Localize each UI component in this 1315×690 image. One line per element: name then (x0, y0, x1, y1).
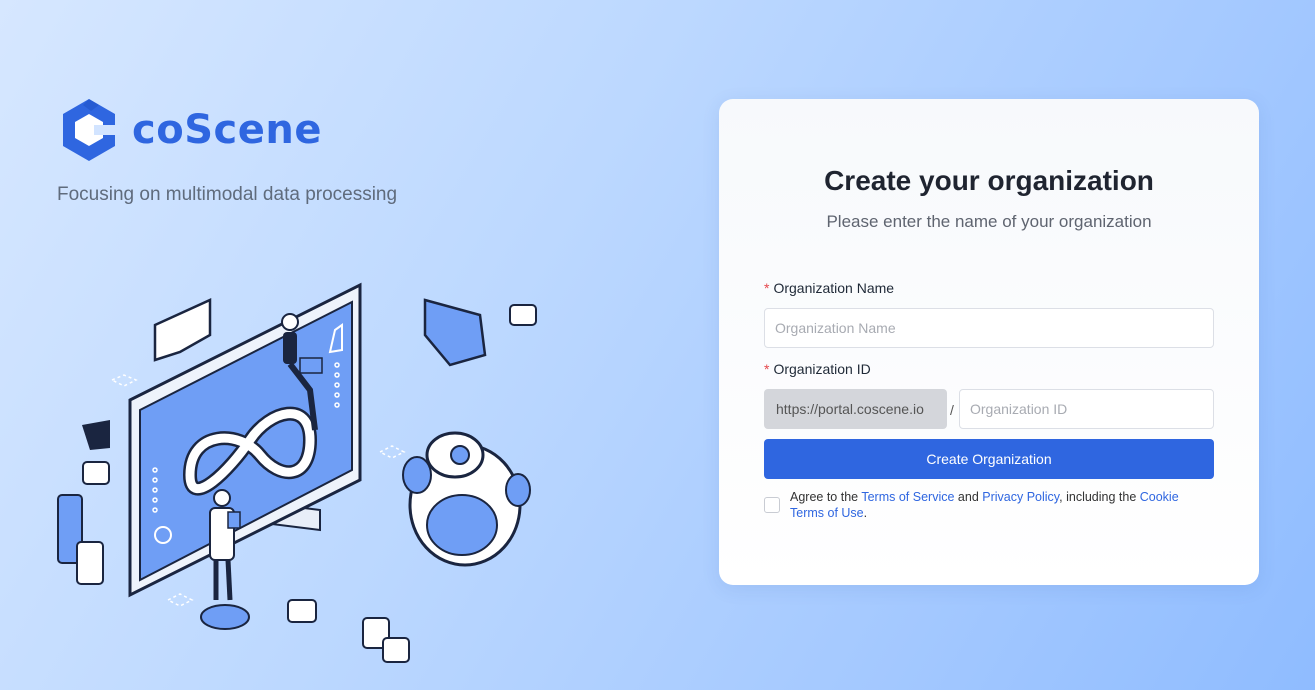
agreement-prefix: Agree to the (790, 490, 862, 504)
monitor-robot-illustration (57, 282, 537, 663)
agreement-text: Agree to the Terms of Service and Privac… (790, 489, 1210, 521)
org-name-input[interactable] (764, 308, 1214, 348)
coscene-logo: coScene (58, 98, 322, 162)
coscene-logo-icon (63, 99, 120, 161)
page-title: Create your organization (824, 165, 1154, 196)
required-asterisk: * (764, 361, 770, 377)
agreement-suffix: . (863, 506, 868, 520)
org-id-label: * Organization ID (764, 361, 871, 377)
brand-panel: coScene Focusing on multimodal data proc… (0, 0, 700, 690)
create-organization-card: Create your organization Please enter th… (719, 99, 1259, 585)
page-subtitle: Please enter the name of your organizati… (826, 212, 1152, 231)
agree-checkbox[interactable] (764, 497, 780, 513)
org-id-label-text: Organization ID (773, 361, 871, 377)
brand-tagline: Focusing on multimodal data processing (57, 184, 398, 205)
agreement-and: and (954, 490, 983, 504)
privacy-policy-link[interactable]: Privacy Policy (982, 490, 1059, 504)
org-name-label-text: Organization Name (773, 280, 895, 296)
create-organization-button[interactable]: Create Organization (764, 439, 1214, 479)
org-name-label: * Organization Name (764, 280, 894, 296)
agreement-mid: , including the (1059, 490, 1140, 504)
org-url-prefix: https://portal.coscene.io (764, 389, 947, 429)
required-asterisk: * (764, 280, 770, 296)
brand-name: coScene (132, 107, 322, 153)
org-id-input[interactable] (959, 389, 1214, 429)
url-separator: / (950, 402, 954, 418)
terms-of-service-link[interactable]: Terms of Service (861, 490, 954, 504)
